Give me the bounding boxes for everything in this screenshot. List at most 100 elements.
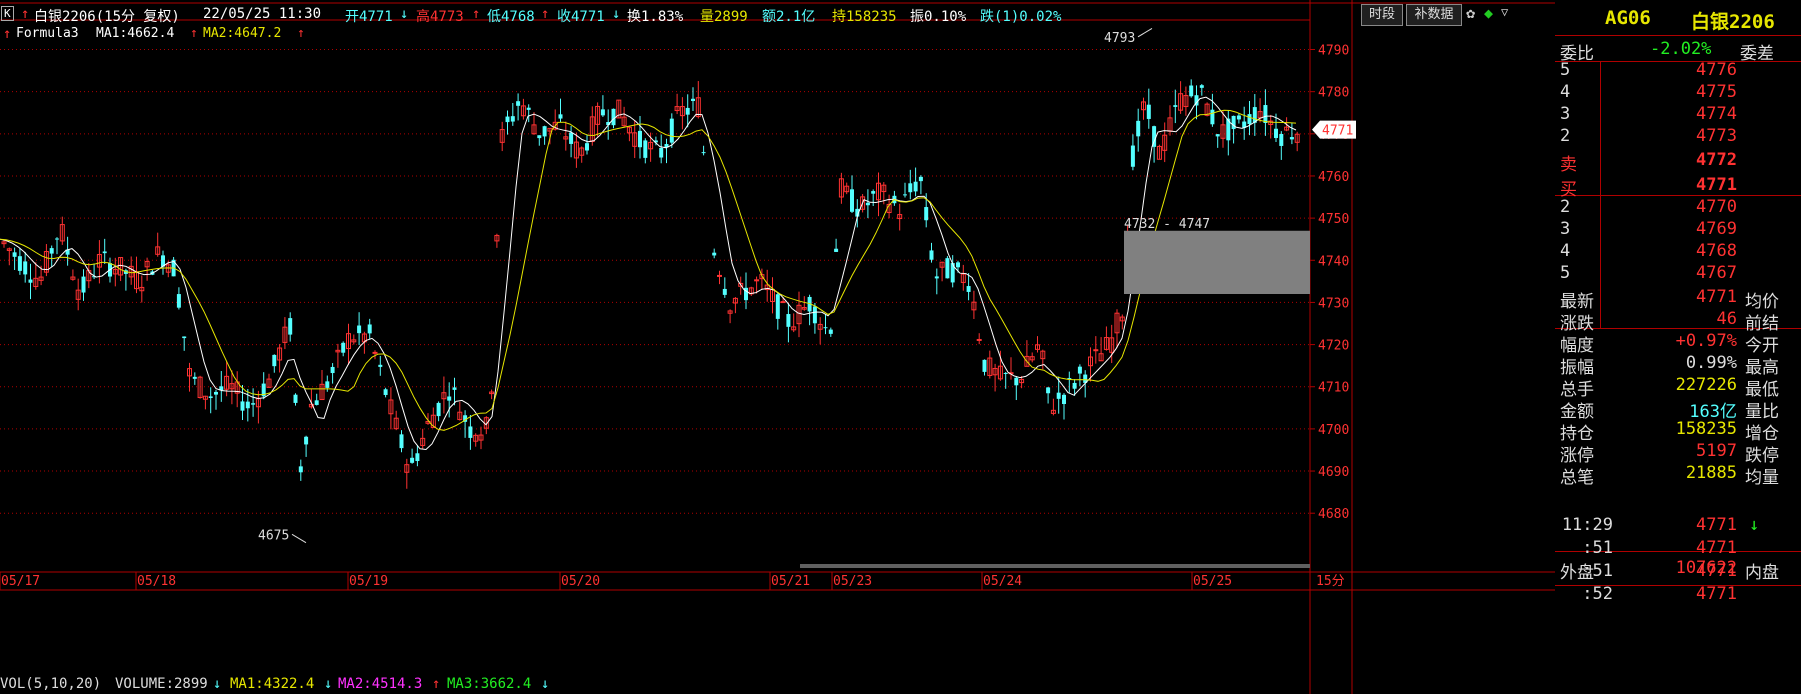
ask-price[interactable]: 4773 [1665,126,1737,146]
current-price-label: 4771 [1322,124,1353,139]
y-tick-label: 4740 [1318,254,1349,269]
y-tick-label: 4680 [1318,507,1349,522]
stat-value: +0.97% [1675,331,1737,351]
x-tick-label: 05/21 [771,574,810,589]
bid-price[interactable]: 4768 [1665,241,1737,261]
candle-body [1236,115,1241,120]
candle-body [1072,382,1077,389]
vol-ma1: MA1:4322.4 [230,676,315,692]
candle-body [659,147,664,158]
y-tick-label: 4780 [1318,86,1349,101]
candle-body [924,207,929,221]
stat-value: 158235 [1675,419,1737,439]
candle-body [1093,349,1099,352]
candle-body [717,274,722,277]
candle-body [823,327,828,329]
candle-body [510,116,515,122]
candle-body [81,276,86,293]
candle-body [934,276,939,279]
candle-body [28,279,33,283]
bid-price[interactable]: 4769 [1665,219,1737,239]
candle-body [436,402,441,417]
ask-price[interactable]: 4775 [1665,82,1737,102]
ask-level: 5 [1560,60,1571,80]
volume-legend: VOL(5,10,20) VOLUME:2899 ↓ MA1:4322.4 ↓ … [0,676,1555,694]
candle-body [49,248,54,254]
candle-body [754,279,760,282]
tick-price: 4771 [1696,561,1737,581]
candle-body [378,364,383,367]
candle-body [780,301,786,304]
bid-level: 3 [1560,219,1571,239]
candle-body [558,114,563,119]
down-arrow-icon: ↓ [213,676,222,692]
candle-body [288,318,293,335]
candle-body [786,314,791,327]
candle-body [600,109,605,116]
candle-body [903,194,907,196]
candle-body [828,329,833,334]
candle-body [537,135,542,139]
ask-price[interactable]: 4774 [1665,104,1737,124]
stat-value: 21885 [1685,463,1737,483]
bid-price[interactable]: 4770 [1665,197,1737,217]
candlestick-chart[interactable]: 4680469047004710472047304740475047604770… [0,0,1555,694]
ask-price[interactable]: 4776 [1665,60,1737,80]
candle-body [908,183,913,193]
wb-value: -2.02% [1650,39,1712,59]
candle-body [834,248,839,252]
candle-body [966,286,971,292]
candle-body [945,258,950,279]
bid-price[interactable]: 4771 [1665,175,1737,195]
stat-value: 46 [1716,309,1737,329]
candle-body [192,376,197,379]
candle-body [712,252,717,256]
candle-body [208,396,213,398]
candle-body [341,342,346,353]
candle-body [1289,137,1294,140]
ask-price[interactable]: 4772 [1665,150,1737,170]
candle-body [1189,85,1194,97]
low-annotation: 4675 [258,528,289,543]
stat-label: 总笔 [1560,468,1594,488]
candle-body [304,436,309,445]
candle-body [272,354,277,367]
candle-body [701,152,706,154]
candle-body [516,101,521,106]
y-tick-label: 4690 [1318,465,1349,480]
bid-level: 2 [1560,197,1571,217]
candle-body [918,176,923,182]
up-arrow-icon: ↑ [3,26,12,42]
candle-body [102,251,107,254]
candle-body [182,336,187,339]
candle-body [176,294,181,308]
candle-body [526,107,531,110]
candle-body [685,107,690,115]
tick-time: :51 [1582,561,1613,581]
candle-body [325,381,330,388]
candle-body [812,306,817,324]
candle-body [1263,105,1268,124]
candle-body [1215,134,1220,137]
ask-level: 2 [1560,126,1571,146]
ma2-value: MA2:4647.2 [203,26,282,41]
candle-body [214,391,218,395]
triangle-icon[interactable]: ▽ [1501,5,1508,19]
candle-body [1130,145,1135,167]
ask-level: 3 [1560,104,1571,124]
candle-body [1136,120,1141,137]
scroll-strip[interactable] [800,564,1310,568]
x-tick-label: 05/19 [349,574,388,589]
x-tick-label: 05/18 [137,574,176,589]
formula-name: Formula3 [16,26,79,41]
tick-price: 4771 [1696,515,1737,535]
candle-body [871,191,876,194]
up-arrow-icon: ↑ [297,26,305,41]
candle-body [691,98,695,102]
candle-body [1046,387,1051,394]
bid-price[interactable]: 4767 [1665,263,1737,283]
high-annotation: 4793 [1104,31,1135,46]
candle-body [775,294,780,319]
candle-body [468,426,473,438]
candle-body [850,189,854,212]
